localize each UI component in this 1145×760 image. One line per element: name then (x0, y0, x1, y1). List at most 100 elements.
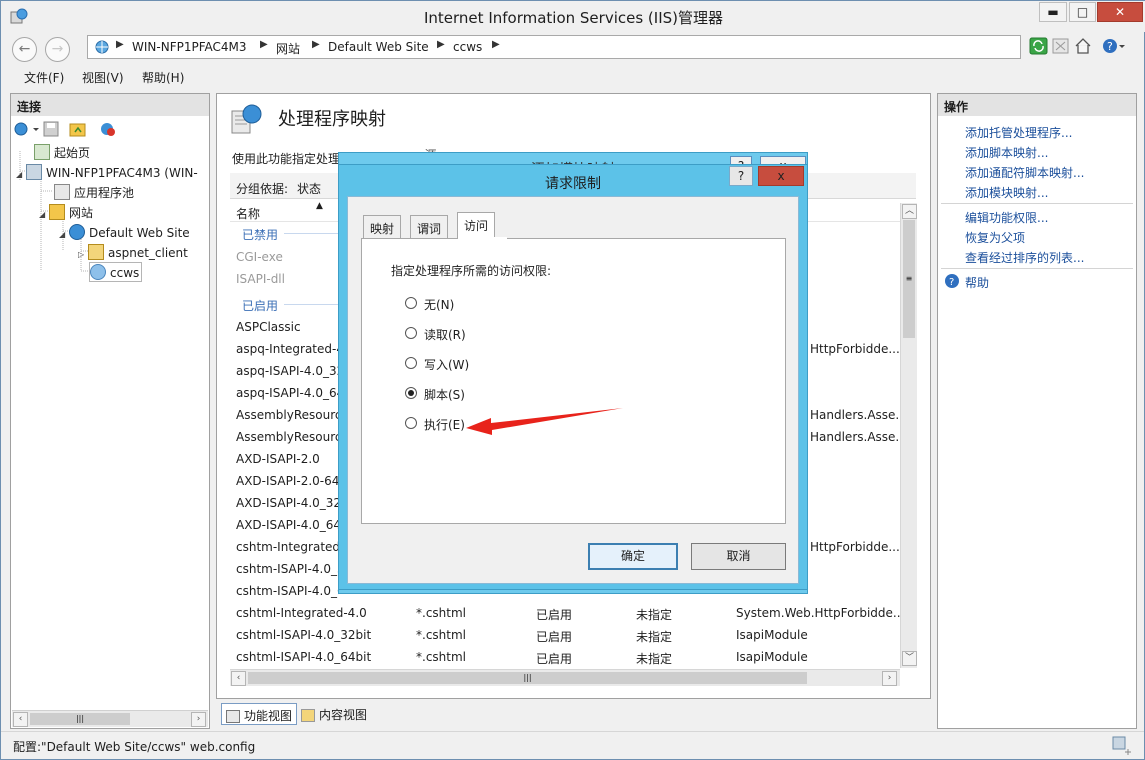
connect-globe-icon[interactable] (13, 121, 41, 139)
table-row[interactable]: cshtm-Integrated- (236, 540, 339, 554)
radio-script[interactable] (405, 387, 417, 399)
tree-label: WIN-NFP1PFAC4M3 (WIN- (45, 166, 198, 180)
dialog-help-button[interactable]: ? (729, 166, 753, 186)
maximize-button[interactable]: □ (1069, 2, 1096, 22)
breadcrumb-ccws[interactable]: ccws (453, 40, 482, 54)
table-cell-name[interactable]: cshtml-ISAPI-4.0_32bit (236, 628, 406, 642)
expanded-triangle-icon: ◢ (16, 170, 23, 179)
table-cell-name[interactable]: cshtml-ISAPI-4.0_64bit (236, 650, 406, 664)
table-row[interactable]: CGI-exe (236, 250, 339, 264)
home-icon[interactable] (1073, 36, 1093, 56)
handler-mappings-icon (231, 104, 262, 134)
table-row[interactable]: cshtm-ISAPI-4.0_6 (236, 584, 339, 598)
tab-mapping[interactable]: 映射 (363, 215, 402, 238)
group-header-enabled[interactable]: 已启用 (242, 297, 278, 314)
table-row[interactable]: ISAPI-dll (236, 272, 339, 286)
group-by-value[interactable]: 状态 (297, 180, 321, 197)
tree-item-default-web-site[interactable]: ◢ Default Web Site (59, 224, 190, 240)
grid-vscrollbar[interactable]: ︿ ≡ ﹀ (900, 203, 917, 668)
radio-execute[interactable] (405, 417, 417, 429)
table-row[interactable]: AXD-ISAPI-2.0 (236, 452, 339, 466)
up-folder-icon[interactable] (69, 121, 87, 137)
scroll-right-button[interactable]: › (191, 712, 206, 727)
scroll-left-button[interactable]: ‹ (231, 671, 246, 686)
grid-hscrollbar[interactable]: ‹ ||| › (230, 669, 900, 686)
breadcrumb-default-web-site[interactable]: Default Web Site (328, 40, 429, 54)
radio-write-label[interactable]: 写入(W) (424, 356, 469, 373)
action-add-module-mapping[interactable]: 添加模块映射... (965, 184, 1048, 201)
scroll-right-button[interactable]: › (882, 671, 897, 686)
radio-read-label[interactable]: 读取(R) (424, 326, 466, 343)
scroll-left-button[interactable]: ‹ (13, 712, 28, 727)
radio-write[interactable] (405, 357, 417, 369)
forward-button[interactable]: → (45, 37, 70, 62)
scroll-thumb[interactable]: ||| (30, 713, 130, 725)
title-bar: Internet Information Services (IIS)管理器 ▬… (1, 1, 1145, 32)
close-window-button[interactable]: ✕ (1097, 2, 1143, 22)
table-row[interactable]: AXD-ISAPI-2.0-64 (236, 474, 339, 488)
globe-icon (68, 224, 85, 240)
back-button[interactable]: ← (12, 37, 37, 62)
action-help[interactable]: 帮助 (965, 274, 989, 291)
table-row[interactable]: aspq-Integrated-4 (236, 342, 339, 356)
breadcrumb-server[interactable]: WIN-NFP1PFAC4M3 (132, 40, 247, 54)
scroll-thumb[interactable]: ||| (248, 672, 807, 684)
action-view-ordered-list[interactable]: 查看经过排序的列表... (965, 249, 1084, 266)
help-dropdown-icon[interactable]: ? (1101, 36, 1125, 56)
save-icon[interactable] (43, 121, 59, 137)
address-bar[interactable]: ▶ WIN-NFP1PFAC4M3 ▶ 网站 ▶ Default Web Sit… (87, 35, 1021, 59)
table-row[interactable]: AssemblyResourc (236, 430, 339, 444)
column-header-name[interactable]: 名称 (236, 205, 260, 222)
cancel-button[interactable]: 取消 (691, 543, 786, 570)
page-title: 处理程序映射 (278, 109, 386, 130)
connections-hscrollbar[interactable]: ‹ ||| › (12, 710, 208, 727)
scroll-down-button[interactable]: ﹀ (902, 651, 917, 666)
radio-read[interactable] (405, 327, 417, 339)
tree-item-start-page[interactable]: 起始页 (34, 144, 90, 161)
dialog-close-button[interactable]: x (758, 166, 804, 186)
tree-item-app-pools[interactable]: 应用程序池 (54, 184, 134, 201)
radio-none-label[interactable]: 无(N) (424, 296, 454, 313)
radio-none[interactable] (405, 297, 417, 309)
status-text: 配置:"Default Web Site/ccws" web.config (13, 740, 256, 754)
menu-view[interactable]: 视图(V) (82, 69, 124, 86)
table-cell-state: 已启用 (536, 652, 573, 666)
radio-script-label[interactable]: 脚本(S) (424, 386, 465, 403)
table-row[interactable]: AXD-ISAPI-4.0_64 (236, 518, 339, 532)
breadcrumb-sites[interactable]: 网站 (276, 40, 300, 57)
disconnect-icon[interactable] (99, 121, 117, 137)
radio-execute-label[interactable]: 执行(E) (424, 416, 465, 433)
menu-file[interactable]: 文件(F) (24, 69, 64, 86)
tree-label: ccws (110, 266, 140, 280)
tab-content-view[interactable]: 内容视图 (297, 703, 371, 725)
action-revert-to-parent[interactable]: 恢复为父项 (965, 229, 1025, 246)
scroll-up-button[interactable]: ︿ (902, 204, 917, 219)
table-row[interactable]: AXD-ISAPI-4.0_32 (236, 496, 339, 510)
tree-item-ccws[interactable]: ccws (89, 262, 143, 282)
tab-verbs[interactable]: 谓词 (410, 215, 449, 238)
action-add-wildcard-script-map[interactable]: 添加通配符脚本映射... (965, 164, 1084, 181)
table-row[interactable]: AssemblyResourc (236, 408, 339, 422)
action-add-script-map[interactable]: 添加脚本映射... (965, 144, 1048, 161)
table-cell-name[interactable]: cshtml-Integrated-4.0 (236, 606, 406, 620)
table-row[interactable]: aspq-ISAPI-4.0_32 (236, 364, 339, 378)
action-edit-feature-permissions[interactable]: 编辑功能权限... (965, 209, 1048, 226)
action-add-managed-handler[interactable]: 添加托管处理程序... (965, 124, 1072, 141)
ok-button[interactable]: 确定 (588, 543, 678, 570)
tab-features-view[interactable]: 功能视图 (221, 703, 298, 725)
tree-item-sites[interactable]: ◢ 网站 (39, 204, 93, 221)
group-header-disabled[interactable]: 已禁用 (242, 226, 278, 243)
stop-icon[interactable] (1051, 36, 1071, 56)
table-row[interactable]: aspq-ISAPI-4.0_64 (236, 386, 339, 400)
menu-help[interactable]: 帮助(H) (142, 69, 184, 86)
table-cell-type: 未指定 (636, 630, 673, 644)
table-row[interactable]: cshtm-ISAPI-4.0_3 (236, 562, 339, 576)
tree-item-aspnet-client[interactable]: ▷ aspnet_client (78, 244, 188, 260)
table-row[interactable]: ASPClassic (236, 320, 339, 334)
refresh-icon[interactable] (1029, 36, 1049, 56)
minimize-button[interactable]: ▬ (1039, 2, 1067, 22)
tab-access[interactable]: 访问 (457, 212, 496, 239)
scroll-thumb[interactable]: ≡ (903, 220, 915, 338)
features-view-icon (226, 710, 240, 723)
tree-item-server[interactable]: ◢ WIN-NFP1PFAC4M3 (WIN- (16, 164, 198, 180)
